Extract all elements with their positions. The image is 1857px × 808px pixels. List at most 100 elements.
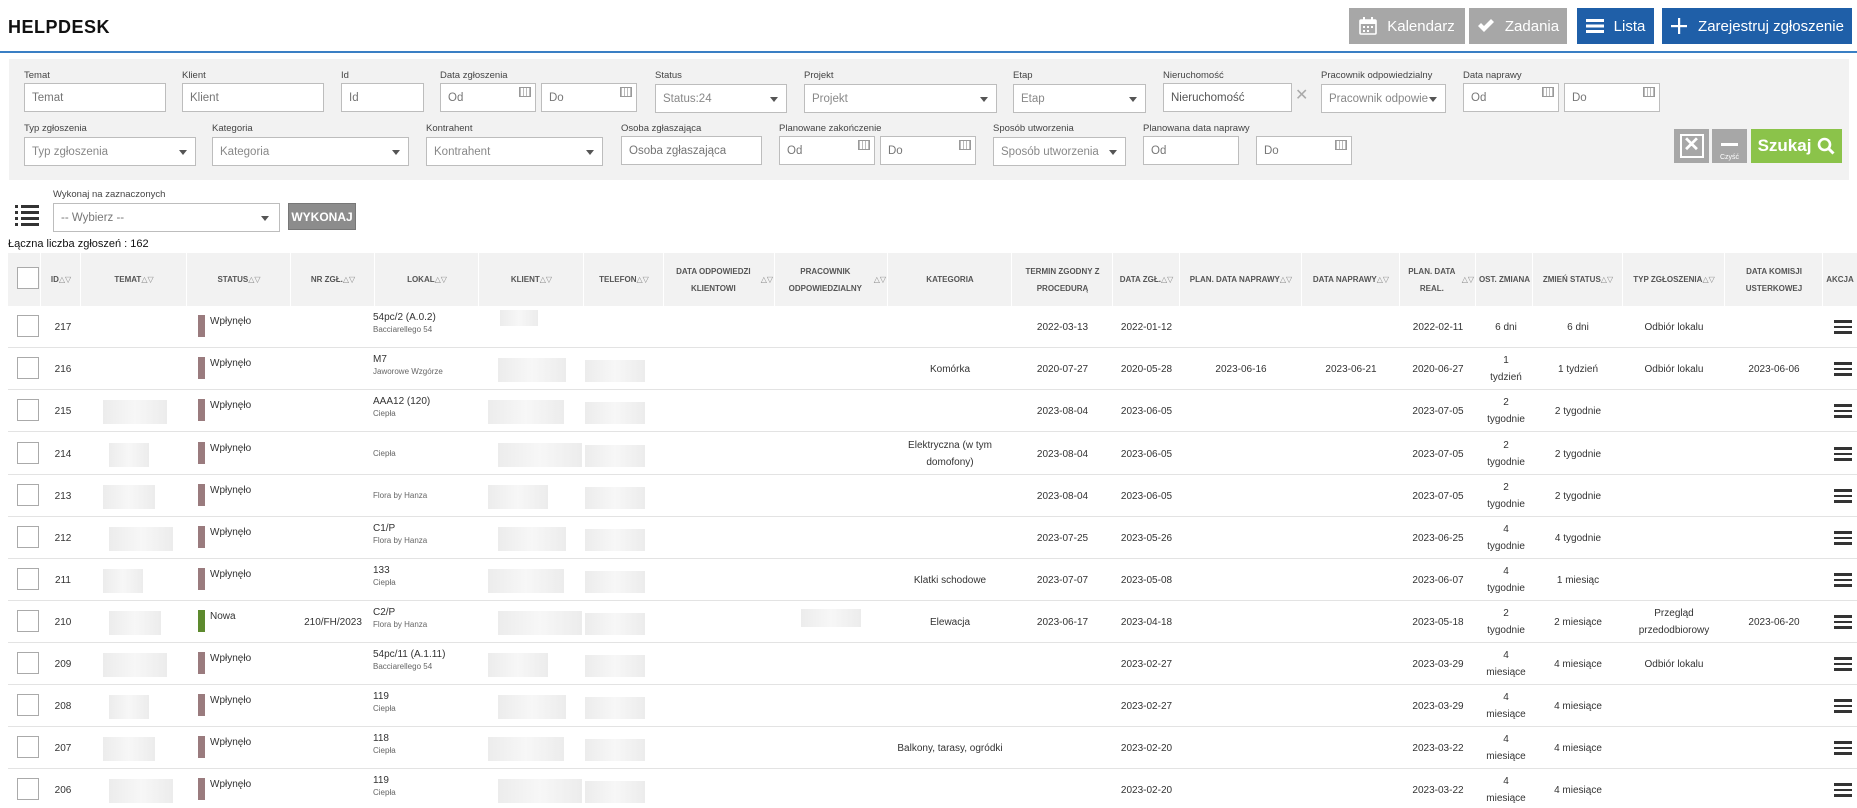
filter-typ-select[interactable]: Typ zgłoszenia <box>24 137 196 166</box>
row-checkbox[interactable] <box>17 484 39 506</box>
filter-osoba-input[interactable] <box>621 136 762 165</box>
filter-plan-zak-to[interactable]: Do <box>880 136 976 165</box>
row-menu-icon[interactable] <box>1834 573 1852 587</box>
row-checkbox[interactable] <box>17 315 39 337</box>
sort-arrows-icon[interactable]: △▽ <box>1377 271 1389 288</box>
filter-plan-zak-from[interactable]: Od <box>779 136 875 165</box>
sort-arrows-icon[interactable]: △▽ <box>874 271 886 288</box>
row-menu-icon[interactable] <box>1834 489 1852 503</box>
unit-cell[interactable]: 54pc/2 (A.0.2) Bacciarellego 54 <box>373 312 436 334</box>
filter-klient-input[interactable] <box>182 83 324 112</box>
sort-arrows-icon[interactable]: △▽ <box>1161 271 1173 288</box>
sort-arrows-icon[interactable]: △▽ <box>540 271 552 288</box>
sort-arrows-icon[interactable]: △▽ <box>435 271 447 288</box>
filter-data-naprawy-from[interactable]: Od <box>1463 83 1559 112</box>
clear-icon[interactable]: ✕ <box>1295 85 1308 105</box>
bulk-action-select[interactable]: -- Wybierz -- <box>53 203 280 232</box>
row-menu-icon[interactable] <box>1834 657 1852 671</box>
column-header[interactable]: PLAN. DATA REAL. △▽ <box>1400 253 1476 306</box>
reset-filters-button[interactable]: ✕ <box>1674 129 1709 163</box>
row-checkbox[interactable] <box>17 399 39 421</box>
filter-etap-select[interactable]: Etap <box>1013 84 1146 113</box>
sort-arrows-icon[interactable]: △▽ <box>248 271 260 288</box>
row-menu-icon[interactable] <box>1834 362 1852 376</box>
column-header[interactable]: LOKAL △▽ <box>375 253 479 306</box>
row-checkbox[interactable] <box>17 526 39 548</box>
tasks-button[interactable]: Zadania <box>1469 8 1567 44</box>
unit-cell[interactable]: 54pc/11 (A.1.11) Bacciarellego 54 <box>373 649 445 671</box>
column-header[interactable]: DATA NAPRAWY △▽ <box>1302 253 1400 306</box>
sort-arrows-icon[interactable]: △▽ <box>1601 271 1613 288</box>
row-checkbox[interactable] <box>17 736 39 758</box>
filter-sposob-select[interactable]: Sposób utworzenia <box>993 137 1126 166</box>
filter-temat-input[interactable] <box>24 83 166 112</box>
sort-arrows-icon[interactable]: △▽ <box>59 271 71 288</box>
filter-pracownik-select[interactable]: Pracownik odpowie <box>1321 84 1446 113</box>
filter-data-zgl-from[interactable]: Od <box>440 83 536 112</box>
column-header[interactable]: PLAN. DATA NAPRAWY △▽ <box>1180 253 1302 306</box>
row-menu-icon[interactable] <box>1834 783 1852 797</box>
unit-cell[interactable]: 119 Ciepła <box>373 691 396 713</box>
select-all-checkbox[interactable] <box>17 267 39 289</box>
sort-arrows-icon[interactable]: △▽ <box>637 271 649 288</box>
filter-plan-naprawy-to[interactable]: Do <box>1256 136 1352 165</box>
sort-arrows-icon[interactable]: △▽ <box>141 271 153 288</box>
execute-button[interactable]: WYKONAJ <box>288 203 356 230</box>
row-checkbox[interactable] <box>17 778 39 800</box>
row-menu-icon[interactable] <box>1834 615 1852 629</box>
filter-id-input[interactable] <box>341 83 424 112</box>
calendar-button[interactable]: Kalendarz <box>1349 8 1465 44</box>
unit-cell[interactable]: C1/P Flora by Hanza <box>373 523 427 545</box>
column-header[interactable]: ZMIEŃ STATUS △▽ <box>1533 253 1623 306</box>
bulk-list-icon[interactable] <box>15 204 39 226</box>
sort-arrows-icon[interactable]: △▽ <box>1462 271 1474 288</box>
column-header[interactable]: TELEFON △▽ <box>584 253 664 306</box>
unit-cell[interactable]: 118 Ciepła <box>373 733 396 755</box>
row-checkbox[interactable] <box>17 442 39 464</box>
search-button[interactable]: Szukaj <box>1751 129 1842 163</box>
unit-cell[interactable]: Flora by Hanza <box>373 489 427 500</box>
row-checkbox[interactable] <box>17 694 39 716</box>
unit-cell[interactable]: 119 Ciepła <box>373 775 396 797</box>
ticket-type <box>1623 390 1725 432</box>
row-checkbox[interactable] <box>17 568 39 590</box>
column-header[interactable]: TYP ZGŁOSZENIA △▽ <box>1623 253 1725 306</box>
list-view-button[interactable]: Lista <box>1577 8 1654 44</box>
unit-cell[interactable]: C2/P Flora by Hanza <box>373 607 427 629</box>
column-header[interactable]: TEMAT △▽ <box>81 253 187 306</box>
filter-plan-naprawy-from[interactable]: Od <box>1143 136 1239 165</box>
row-menu-icon[interactable] <box>1834 447 1852 461</box>
filter-kontrahent-select[interactable]: Kontrahent <box>426 137 603 166</box>
column-header[interactable]: PRACOWNIK ODPOWIEDZIALNY △▽ <box>775 253 888 306</box>
sort-arrows-icon[interactable]: △▽ <box>343 271 355 288</box>
unit-cell[interactable]: M7 Jaworowe Wzgórze <box>373 354 443 376</box>
row-checkbox[interactable] <box>17 610 39 632</box>
clear-button[interactable]: Czyść <box>1712 129 1747 163</box>
column-header[interactable]: ID △▽ <box>41 253 81 306</box>
unit-cell[interactable]: AAA12 (120) Ciepła <box>373 396 430 418</box>
column-header[interactable]: NR ZGŁ. △▽ <box>291 253 375 306</box>
row-menu-icon[interactable] <box>1834 741 1852 755</box>
unit-cell[interactable]: 133 Ciepła <box>373 565 396 587</box>
column-header[interactable]: STATUS △▽ <box>187 253 291 306</box>
sort-arrows-icon[interactable]: △▽ <box>1280 271 1292 288</box>
row-checkbox[interactable] <box>17 357 39 379</box>
row-checkbox[interactable] <box>17 652 39 674</box>
register-ticket-button[interactable]: Zarejestruj zgłoszenie <box>1662 8 1852 44</box>
row-menu-icon[interactable] <box>1834 404 1852 418</box>
filter-nieruchomosc-input[interactable]: Nieruchomość <box>1163 83 1292 112</box>
sort-arrows-icon[interactable]: △▽ <box>761 271 773 288</box>
column-header[interactable]: DATA ODPOWIEDZI KLIENTOWI △▽ <box>664 253 775 306</box>
sort-arrows-icon[interactable]: △▽ <box>1702 271 1714 288</box>
row-menu-icon[interactable] <box>1834 531 1852 545</box>
column-header[interactable]: KLIENT △▽ <box>479 253 584 306</box>
filter-projekt-select[interactable]: Projekt <box>804 84 997 113</box>
unit-cell[interactable]: Ciepła <box>373 447 396 458</box>
filter-kategoria-select[interactable]: Kategoria <box>212 137 409 166</box>
filter-status-select[interactable]: Status:24 <box>655 84 787 113</box>
column-header[interactable]: DATA ZGŁ. △▽ <box>1113 253 1180 306</box>
filter-data-naprawy-to[interactable]: Do <box>1564 83 1660 112</box>
row-menu-icon[interactable] <box>1834 320 1852 334</box>
filter-data-zgl-to[interactable]: Do <box>541 83 637 112</box>
row-menu-icon[interactable] <box>1834 699 1852 713</box>
